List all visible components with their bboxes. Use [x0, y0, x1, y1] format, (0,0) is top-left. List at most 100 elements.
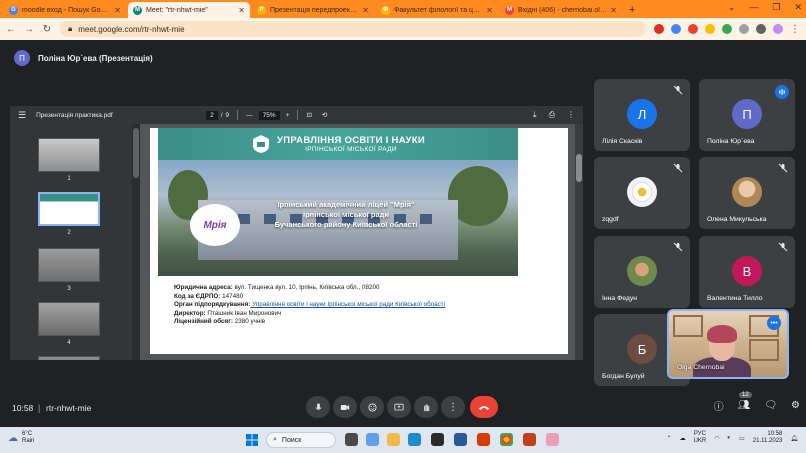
scroll-knob[interactable] [133, 128, 139, 178]
url-field[interactable]: 🔒︎ meet.google.com/rtr-nhwt-mie [60, 21, 646, 37]
close-tab-icon[interactable]: ✕ [238, 6, 245, 15]
adblock-icon[interactable] [688, 24, 698, 34]
powerpoint-icon[interactable] [523, 433, 536, 446]
maximize-icon[interactable]: ❐ [772, 2, 780, 13]
print-icon[interactable]: ⎙ [549, 110, 555, 120]
extension-icon[interactable] [671, 24, 681, 34]
info-icon[interactable]: ⓘ [714, 398, 724, 413]
thumbnail-page-2[interactable] [38, 192, 100, 226]
thumbnail-page-4[interactable] [38, 302, 100, 336]
pdf-actions: ⤓ ⎙ ⋮ [533, 110, 575, 120]
wifi-icon[interactable]: ◠ [714, 435, 719, 442]
weather-widget[interactable]: ☁︎ 6°C Rain [8, 431, 34, 445]
scroll-knob[interactable] [576, 154, 582, 182]
zoom-in-button[interactable]: + [286, 112, 290, 119]
reactions-button[interactable] [360, 396, 384, 418]
activities-icon[interactable]: ⚙︎ [791, 400, 800, 411]
download-icon[interactable]: ⤓ [533, 110, 537, 120]
store-icon[interactable] [431, 433, 444, 446]
zoom-out-button[interactable]: — [246, 112, 253, 119]
extension-icon[interactable] [705, 24, 715, 34]
more-options-button[interactable]: ⋮ [441, 396, 465, 418]
document-view[interactable]: УПРАВЛІННЯ ОСВІТИ І НАУКИ ІРПІНСЬКОЇ МІС… [140, 124, 583, 360]
puzzle-icon[interactable] [739, 24, 749, 34]
more-options-icon[interactable]: ••• [767, 316, 781, 330]
shared-screen[interactable]: ☰ Презентація практика.pdf 2 / 9 — 75% +… [10, 106, 583, 360]
close-tab-icon[interactable]: ✕ [114, 6, 121, 15]
more-icon[interactable]: ⋮ [567, 110, 575, 120]
thumbnail-page-5[interactable] [38, 356, 100, 360]
new-tab-button[interactable]: + [624, 2, 640, 18]
browser-tab-1[interactable]: G moodle вход - Пошук Google ✕ [4, 2, 126, 18]
raise-hand-button[interactable] [414, 396, 438, 418]
sidebar-icon[interactable] [756, 24, 766, 34]
participant-tile[interactable]: zqgdf [594, 157, 690, 229]
chevron-up-icon[interactable]: ⌃ [667, 435, 672, 442]
info-value: Пташник Іван Миронович [205, 309, 282, 317]
taskbar-search[interactable]: ⌕ Поиск [266, 432, 336, 448]
close-window-icon[interactable]: ✕ [794, 2, 802, 13]
browser-tab-5[interactable]: M Вхідні (406) - chernobai.olga@ ✕ [500, 2, 622, 18]
leave-call-button[interactable] [470, 396, 498, 418]
participant-tile[interactable]: П Поліна Юр`ева [699, 79, 795, 151]
info-link[interactable]: Управління освіти і науки Ірпінської міс… [250, 301, 445, 308]
mic-button[interactable] [306, 396, 330, 418]
more-icon[interactable]: ⋮ [790, 24, 800, 35]
tab-search-icon[interactable]: ⌄ [728, 2, 736, 13]
participant-tile[interactable]: Олена Микульська [699, 157, 795, 229]
edge-icon[interactable] [408, 433, 421, 446]
reload-icon[interactable]: ↻ [42, 24, 52, 35]
tab-label: Факультет філології та цифрова [394, 6, 483, 14]
notifications-icon[interactable]: 🔔︎ [790, 435, 798, 442]
info-row-edrpou: Код за ЄДРПО: 147480 [174, 293, 564, 302]
date-time[interactable]: 10:58 21.11.2023 [753, 431, 783, 445]
photo-avatar [627, 256, 657, 286]
language-indicator[interactable]: РУС UKR [694, 431, 707, 445]
page-number-input[interactable]: 2 [206, 110, 218, 120]
volume-icon[interactable]: 🔈︎ [728, 435, 732, 442]
browser-tab-3[interactable]: P Презентація передпроектного ✕ [252, 2, 374, 18]
participant-name: Валентина Тилло [707, 295, 763, 302]
battery-icon[interactable]: ▭ [739, 435, 745, 442]
app-icon[interactable] [546, 433, 559, 446]
windows-start-icon[interactable] [246, 434, 258, 446]
chat-icon[interactable]: 🗨︎ [764, 400, 777, 411]
chrome-icon[interactable] [500, 433, 513, 446]
rotate-icon[interactable]: ⟲ [322, 111, 327, 119]
acrobat-icon[interactable] [477, 433, 490, 446]
thumbnail-page-3[interactable] [38, 248, 100, 282]
participant-tile[interactable]: В Валентина Тилло [699, 236, 795, 308]
browser-tab-2[interactable]: M Meet: "rtr-nhwt-mie" ✕ [128, 2, 250, 18]
profile-avatar[interactable] [773, 24, 783, 34]
close-tab-icon[interactable]: ✕ [486, 6, 493, 15]
zoom-level[interactable]: 75% [258, 110, 280, 120]
task-view-icon[interactable] [345, 433, 358, 446]
word-icon[interactable] [454, 433, 467, 446]
person-hair [707, 325, 737, 343]
fit-page-icon[interactable]: ⊡ [306, 111, 311, 119]
chat-app-icon[interactable] [366, 433, 379, 446]
search-label: Поиск [281, 436, 302, 444]
thumbnail-scrollbar[interactable] [132, 124, 140, 360]
close-tab-icon[interactable]: ✕ [610, 6, 617, 15]
forward-icon[interactable]: → [24, 24, 34, 35]
onedrive-icon[interactable]: ☁︎ [680, 435, 686, 442]
file-explorer-icon[interactable] [387, 433, 400, 446]
document-scrollbar[interactable] [575, 124, 583, 360]
participant-name: Олена Микульська [707, 216, 767, 223]
close-tab-icon[interactable]: ✕ [362, 6, 369, 15]
extension-icon[interactable] [722, 24, 732, 34]
thumbnail-page-1[interactable] [38, 138, 100, 172]
people-icon[interactable]: 👥︎ [738, 400, 751, 411]
camera-button[interactable] [333, 396, 357, 418]
back-icon[interactable]: ← [6, 24, 16, 35]
self-view-tile[interactable]: ••• Olga Chernobai [667, 309, 789, 379]
minimize-icon[interactable]: — [749, 2, 758, 13]
thumbnail-number: 4 [67, 340, 71, 346]
present-button[interactable] [387, 396, 411, 418]
menu-icon[interactable]: ☰ [18, 110, 26, 121]
participant-tile[interactable]: Л Лілія Скасків [594, 79, 690, 151]
browser-tab-4[interactable]: Ф Факультет філології та цифрова ✕ [376, 2, 498, 18]
opera-icon[interactable] [654, 24, 664, 34]
participant-tile[interactable]: Інна Федун [594, 236, 690, 308]
